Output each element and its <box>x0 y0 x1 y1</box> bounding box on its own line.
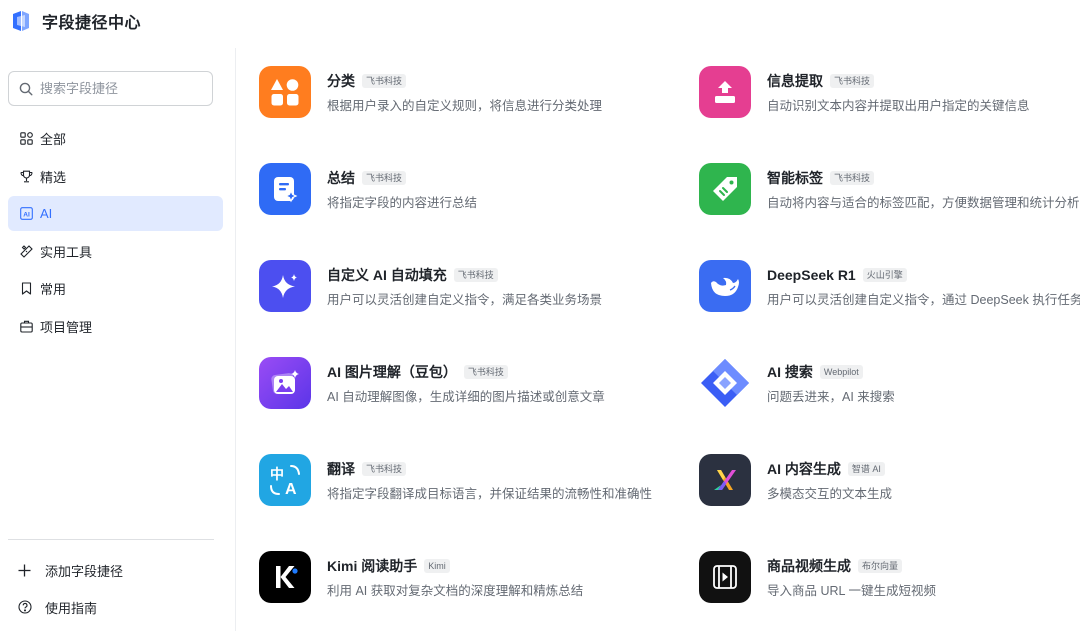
shortcut-card-smart-tag[interactable]: 智能标签 飞书科技 自动将内容与适合的标签匹配，方便数据管理和统计分析 <box>699 159 1080 219</box>
tools-icon <box>20 244 34 258</box>
sidebar-item-frequent[interactable]: 常用 <box>8 271 223 306</box>
page-title: 字段捷径中心 <box>42 15 142 32</box>
image-sparkle-icon <box>259 357 311 409</box>
shapes-icon <box>259 66 311 118</box>
sidebar-item-featured[interactable]: 精选 <box>8 159 223 194</box>
card-description: 自动将内容与适合的标签匹配，方便数据管理和统计分析 <box>767 195 1080 210</box>
shortcut-card-translate[interactable]: 中 A 翻译 飞书科技 将指定字段翻译成目标语言，并保证结果的流畅性和准确性 <box>259 450 679 510</box>
bookmark-icon <box>20 282 34 296</box>
card-description: 用户可以灵活创建自定义指令，满足各类业务场景 <box>327 292 603 307</box>
provider-badge: 飞书科技 <box>830 73 875 88</box>
grid-icon <box>20 132 34 146</box>
card-title: 自定义 AI 自动填充 <box>327 266 447 283</box>
svg-text:中: 中 <box>270 466 284 483</box>
shortcut-card-kimi[interactable]: Kimi 阅读助手 Kimi 利用 AI 获取对复杂文档的深度理解和精炼总结 <box>259 547 679 607</box>
category-nav: 全部 精选 AI AI 实用工具 常用 项目管理 <box>8 121 223 346</box>
provider-badge: 飞书科技 <box>362 461 407 476</box>
ai-icon: AI <box>20 207 34 221</box>
extract-icon <box>699 66 751 118</box>
shortcut-card-ai-search[interactable]: AI 搜索 Webpilot 问题丢进来，AI 来搜索 <box>699 353 1080 413</box>
whale-icon <box>699 260 751 312</box>
shortcut-center-app: 字段捷径中心 全部 <box>0 0 1080 631</box>
translate-icon: 中 A <box>259 454 311 506</box>
sparkle-icon <box>259 260 311 312</box>
shortcut-card-ai-content-gen[interactable]: AI 内容生成 智谱 AI 多模态交互的文本生成 <box>699 450 1080 510</box>
shortcut-logo-icon <box>11 10 33 32</box>
sidebar-item-label: 项目管理 <box>40 319 93 335</box>
sidebar-item-label: 常用 <box>40 282 67 297</box>
card-title: DeepSeek R1 <box>767 266 856 283</box>
sidebar: 全部 精选 AI <box>0 48 236 631</box>
provider-badge: 智谱 AI <box>847 461 885 476</box>
card-title: Kimi 阅读助手 <box>327 557 418 574</box>
help-icon <box>18 600 32 614</box>
search-input[interactable] <box>40 81 200 96</box>
header: 字段捷径中心 <box>0 0 1080 42</box>
provider-badge: Kimi <box>424 558 450 573</box>
card-description: 根据用户录入的自定义规则，将信息进行分类处理 <box>327 98 603 113</box>
provider-badge: 飞书科技 <box>362 170 407 185</box>
provider-badge: 飞书科技 <box>830 170 875 185</box>
card-title: 总结 <box>327 169 355 186</box>
card-title: AI 搜索 <box>767 363 813 380</box>
card-description: AI 自动理解图像，生成详细的图片描述或创意文章 <box>327 389 605 404</box>
card-title: 分类 <box>327 72 355 89</box>
svg-text:AI: AI <box>23 211 30 218</box>
shortcut-card-product-video[interactable]: 商品视频生成 布尔向量 导入商品 URL 一键生成短视频 <box>699 547 1080 607</box>
card-description: 问题丢进来，AI 来搜索 <box>767 389 895 404</box>
sidebar-item-ai[interactable]: AI AI <box>8 196 223 231</box>
shortcut-card-extract[interactable]: 信息提取 飞书科技 自动识别文本内容并提取出用户指定的关键信息 <box>699 62 1080 122</box>
svg-text:A: A <box>285 481 297 498</box>
add-shortcut-button[interactable]: 添加字段捷径 <box>18 558 123 582</box>
plus-icon <box>18 563 32 577</box>
video-icon <box>699 551 751 603</box>
webpilot-icon <box>699 357 751 409</box>
zhipu-x-icon <box>699 454 751 506</box>
card-description: 将指定字段的内容进行总结 <box>327 195 478 210</box>
search-icon <box>19 82 33 96</box>
sidebar-item-label: 全部 <box>40 132 67 147</box>
provider-badge: 布尔向量 <box>858 558 903 573</box>
provider-badge: Webpilot <box>819 364 863 379</box>
card-description: 多模态交互的文本生成 <box>767 486 893 501</box>
shortcut-card-image-understanding[interactable]: AI 图片理解（豆包） 飞书科技 AI 自动理解图像，生成详细的图片描述或创意文… <box>259 353 679 413</box>
card-description: 自动识别文本内容并提取出用户指定的关键信息 <box>767 98 1030 113</box>
add-shortcut-label: 添加字段捷径 <box>45 563 124 579</box>
shortcut-grid: 分类 飞书科技 根据用户录入的自定义规则，将信息进行分类处理 信息提取 飞书科技… <box>237 48 1080 631</box>
shortcut-card-summary[interactable]: 总结 飞书科技 将指定字段的内容进行总结 <box>259 159 679 219</box>
guide-label: 使用指南 <box>45 600 98 616</box>
card-description: 利用 AI 获取对复杂文档的深度理解和精炼总结 <box>327 583 584 598</box>
card-description: 将指定字段翻译成目标语言，并保证结果的流畅性和准确性 <box>327 486 653 501</box>
card-title: 商品视频生成 <box>767 557 851 574</box>
provider-badge: 飞书科技 <box>453 267 498 282</box>
sidebar-item-label: 实用工具 <box>40 244 93 260</box>
sidebar-item-all[interactable]: 全部 <box>8 121 223 156</box>
sidebar-item-project[interactable]: 项目管理 <box>8 309 223 344</box>
card-description: 导入商品 URL 一键生成短视频 <box>767 583 936 598</box>
kimi-icon <box>259 551 311 603</box>
sidebar-item-label: AI <box>40 206 53 221</box>
provider-badge: 飞书科技 <box>463 364 508 379</box>
sidebar-divider <box>8 539 214 540</box>
card-title: AI 图片理解（豆包） <box>327 363 457 380</box>
provider-badge: 火山引擎 <box>862 267 907 282</box>
shortcut-card-deepseek[interactable]: DeepSeek R1 火山引擎 用户可以灵活创建自定义指令，通过 DeepSe… <box>699 256 1080 316</box>
card-description: 用户可以灵活创建自定义指令，通过 DeepSeek 执行任务 <box>767 292 1080 307</box>
search-box[interactable] <box>8 71 213 106</box>
shortcut-card-custom-ai-fill[interactable]: 自定义 AI 自动填充 飞书科技 用户可以灵活创建自定义指令，满足各类业务场景 <box>259 256 679 316</box>
summary-doc-icon <box>259 163 311 215</box>
sidebar-item-tools[interactable]: 实用工具 <box>8 234 223 269</box>
card-title: 信息提取 <box>767 72 823 89</box>
card-title: 智能标签 <box>767 169 823 186</box>
provider-badge: 飞书科技 <box>362 73 407 88</box>
sidebar-item-label: 精选 <box>40 169 67 185</box>
briefcase-icon <box>20 319 34 333</box>
guide-link[interactable]: 使用指南 <box>18 595 97 619</box>
shortcut-card-classify[interactable]: 分类 飞书科技 根据用户录入的自定义规则，将信息进行分类处理 <box>259 62 679 122</box>
trophy-icon <box>20 169 34 183</box>
card-title: AI 内容生成 <box>767 460 841 477</box>
tag-icon <box>699 163 751 215</box>
card-title: 翻译 <box>327 460 355 477</box>
